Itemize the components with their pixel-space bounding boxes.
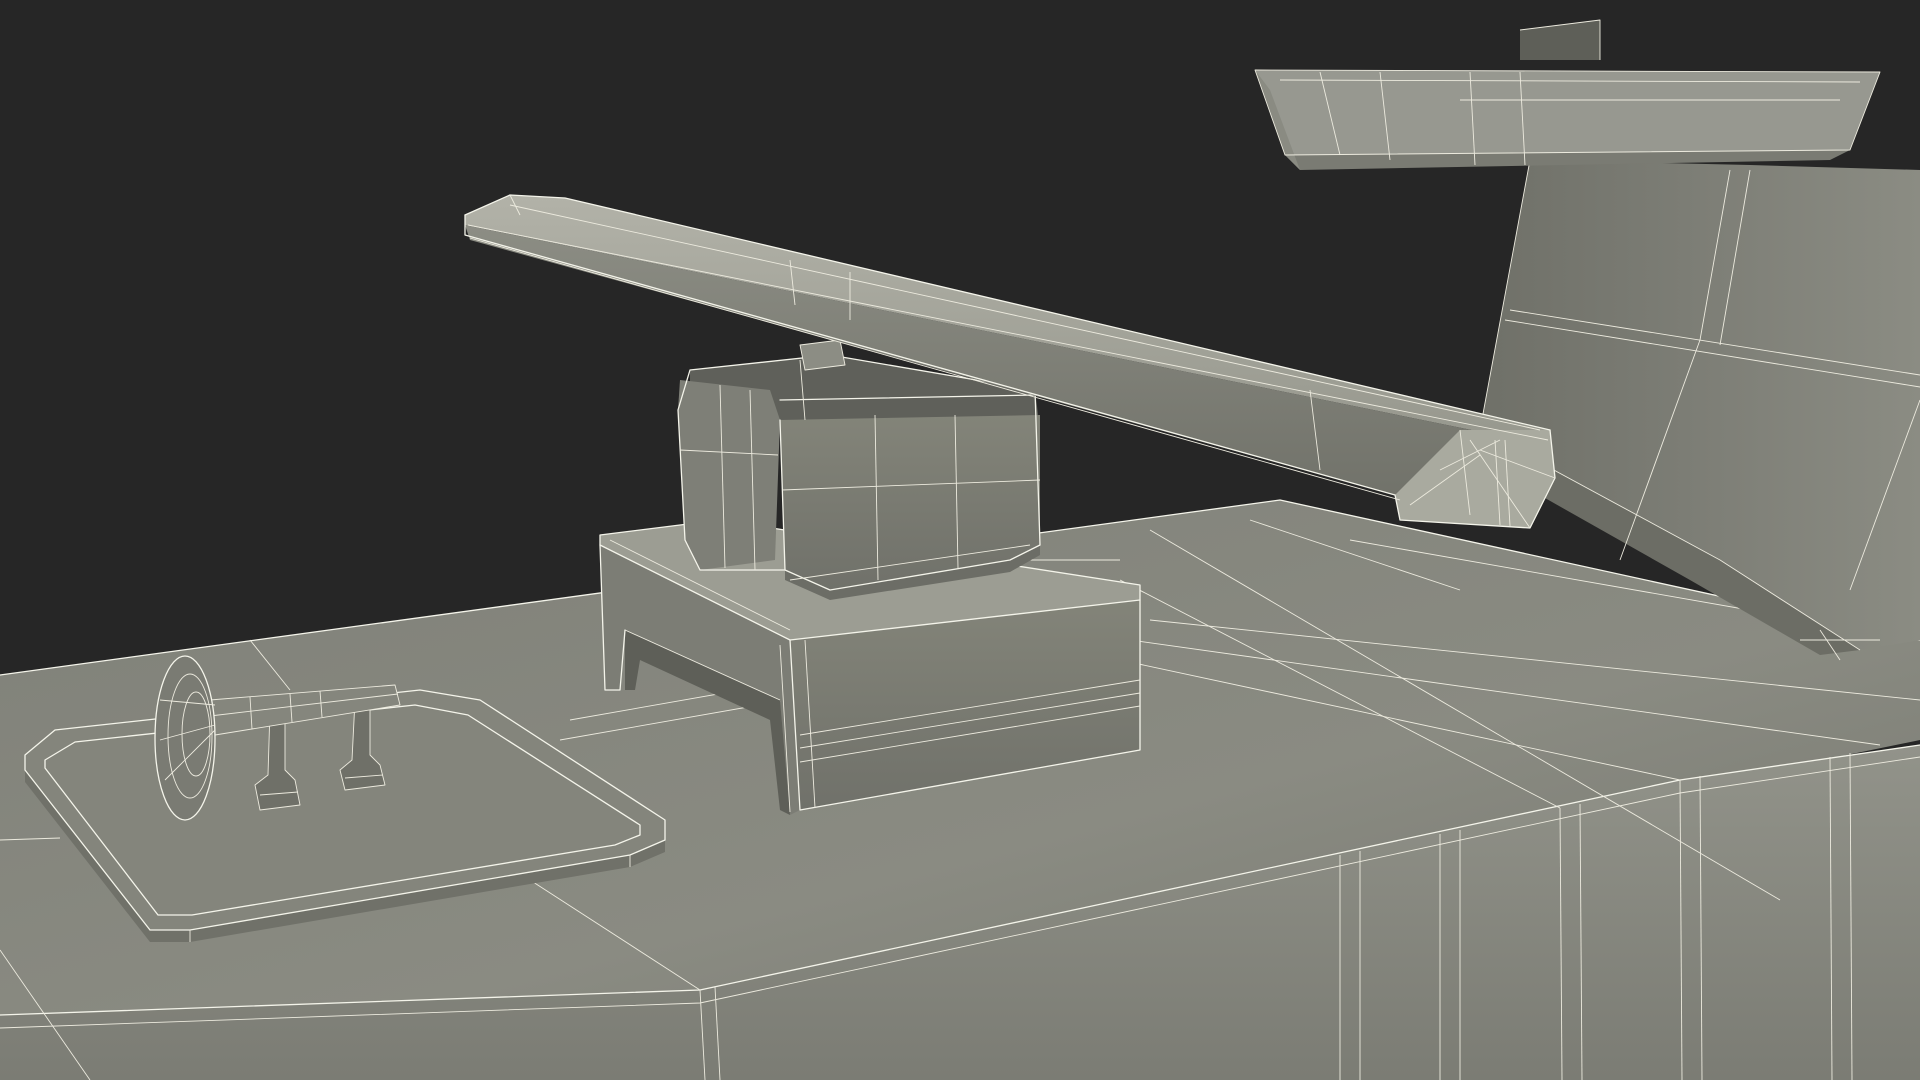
viewport bbox=[0, 0, 1920, 1080]
mast-platform bbox=[1254, 19, 1881, 170]
wireframe-scene bbox=[0, 19, 1920, 1080]
